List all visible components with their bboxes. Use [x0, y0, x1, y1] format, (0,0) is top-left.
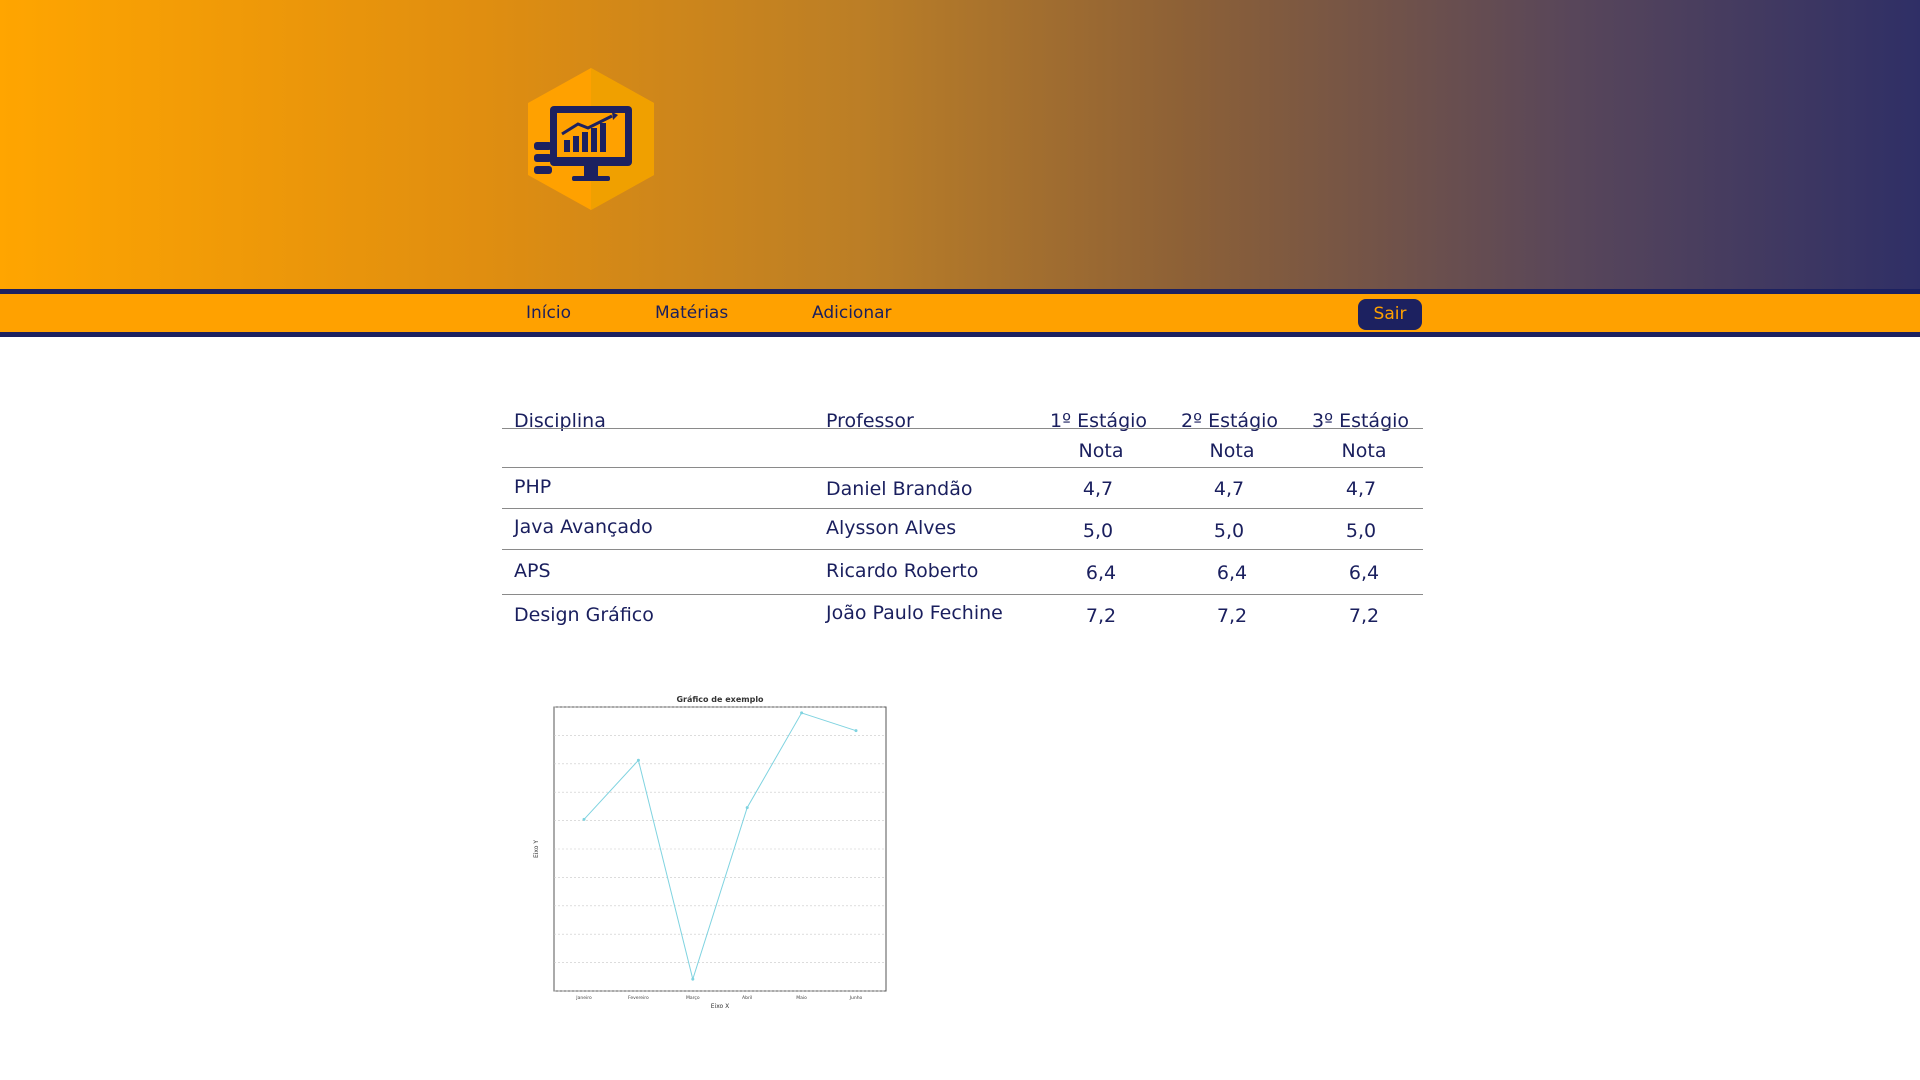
- example-chart: Gráfico de exemplo Eixo X Eixo Y Janeiro Fev…: [530, 690, 900, 1015]
- data-point: [691, 977, 695, 981]
- header-banner: [0, 0, 1920, 289]
- y-axis-label: Eixo Y: [533, 840, 540, 858]
- cell-grade-stage1: 4,7: [1082, 478, 1114, 500]
- data-point: [582, 817, 586, 821]
- cell-grade-stage3: 7,2: [1348, 605, 1380, 627]
- x-tick-label: Janeiro: [575, 995, 592, 1001]
- cell-professor: Alysson Alves: [826, 517, 957, 539]
- cell-discipline: Java Avançado: [514, 516, 653, 538]
- nav-inicio[interactable]: Início: [526, 294, 571, 332]
- header-divider: [502, 428, 1423, 429]
- x-tick-label: Fevereiro: [628, 995, 649, 1001]
- data-point: [854, 729, 858, 733]
- cell-professor: Ricardo Roberto: [826, 560, 979, 582]
- nav-adicionar[interactable]: Adicionar: [812, 294, 892, 332]
- logout-button[interactable]: Sair: [1358, 299, 1422, 330]
- main-nav: Início Matérias Adicionar Sair: [0, 289, 1920, 337]
- data-point: [745, 806, 749, 810]
- cell-grade-stage1: 6,4: [1085, 562, 1117, 584]
- x-tick-label: Abril: [742, 995, 752, 1001]
- cell-grade-stage3: 6,4: [1348, 562, 1380, 584]
- cell-discipline: APS: [514, 560, 551, 582]
- cell-grade-stage2: 6,4: [1216, 562, 1248, 584]
- cell-grade-stage3: 5,0: [1345, 520, 1377, 542]
- cell-discipline: PHP: [514, 476, 552, 498]
- col-sub-stage3: Nota: [1341, 440, 1387, 462]
- data-point: [636, 758, 640, 762]
- col-sub-stage1: Nota: [1078, 440, 1124, 462]
- nav-materias[interactable]: Matérias: [655, 294, 728, 332]
- x-axis-label: Eixo X: [711, 1003, 730, 1010]
- col-sub-stage2: Nota: [1209, 440, 1255, 462]
- row-divider: [502, 549, 1423, 550]
- data-point: [800, 711, 804, 715]
- cell-grade-stage2: 7,2: [1216, 605, 1248, 627]
- cell-grade-stage2: 4,7: [1213, 478, 1245, 500]
- line-chart: Gráfico de exemplo Eixo X Eixo Y Janeiro Fev…: [533, 695, 887, 1010]
- row-divider: [502, 467, 1423, 468]
- x-tick-label: Março: [686, 995, 700, 1001]
- x-tick-label: Junho: [849, 995, 863, 1001]
- cell-discipline: Design Gráfico: [514, 604, 654, 626]
- logo-monitor-chart-icon: [528, 68, 654, 210]
- row-divider: [502, 594, 1423, 595]
- cell-professor: Daniel Brandão: [826, 478, 973, 500]
- row-divider: [502, 508, 1423, 509]
- x-tick-label: Maio: [796, 995, 807, 1001]
- cell-grade-stage1: 7,2: [1085, 605, 1117, 627]
- cell-professor: João Paulo Fechine: [826, 602, 1003, 624]
- cell-grade-stage1: 5,0: [1082, 520, 1114, 542]
- cell-grade-stage3: 4,7: [1345, 478, 1377, 500]
- chart-title: Gráfico de exemplo: [676, 695, 764, 704]
- cell-grade-stage2: 5,0: [1213, 520, 1245, 542]
